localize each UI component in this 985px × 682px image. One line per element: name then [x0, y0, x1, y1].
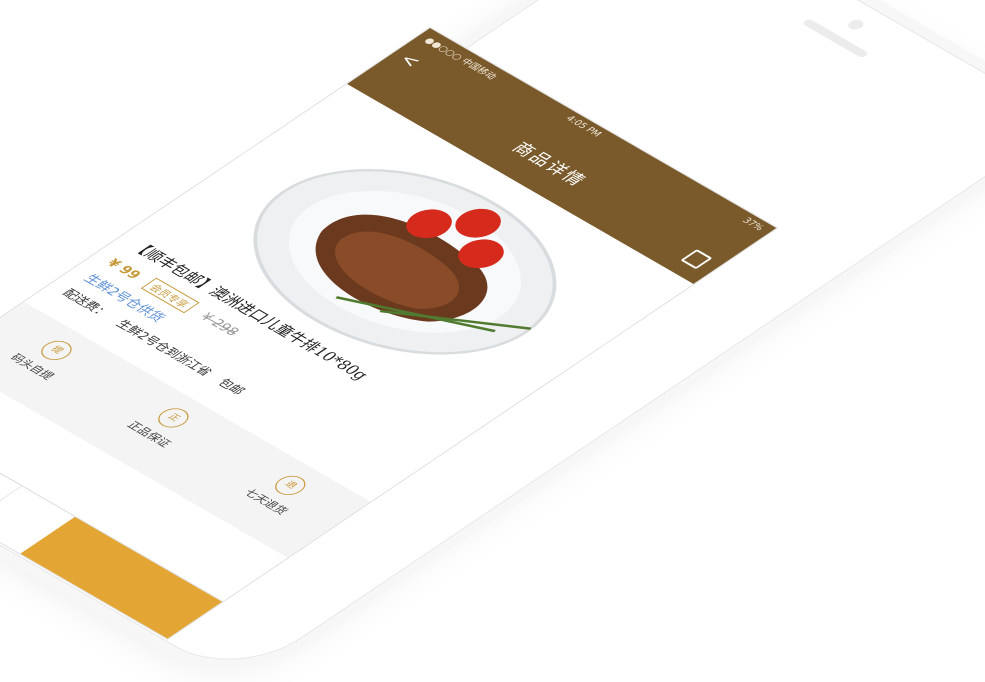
- guarantee-returns: 退 七天退货: [211, 450, 349, 534]
- guarantee-authentic: 正 正品保证: [94, 383, 232, 467]
- guarantee-self-pickup: 提 码头自提: [0, 315, 115, 399]
- returns-badge-icon: 退: [268, 471, 312, 499]
- battery-label: 37%: [739, 216, 766, 233]
- shipping-fee: 包邮: [214, 376, 249, 398]
- authentic-badge-icon: 正: [151, 404, 195, 432]
- buy-button[interactable]: [19, 516, 223, 639]
- phone-camera: [845, 17, 867, 32]
- pickup-badge-icon: 提: [34, 336, 78, 364]
- star-icon[interactable]: ☆: [0, 457, 23, 524]
